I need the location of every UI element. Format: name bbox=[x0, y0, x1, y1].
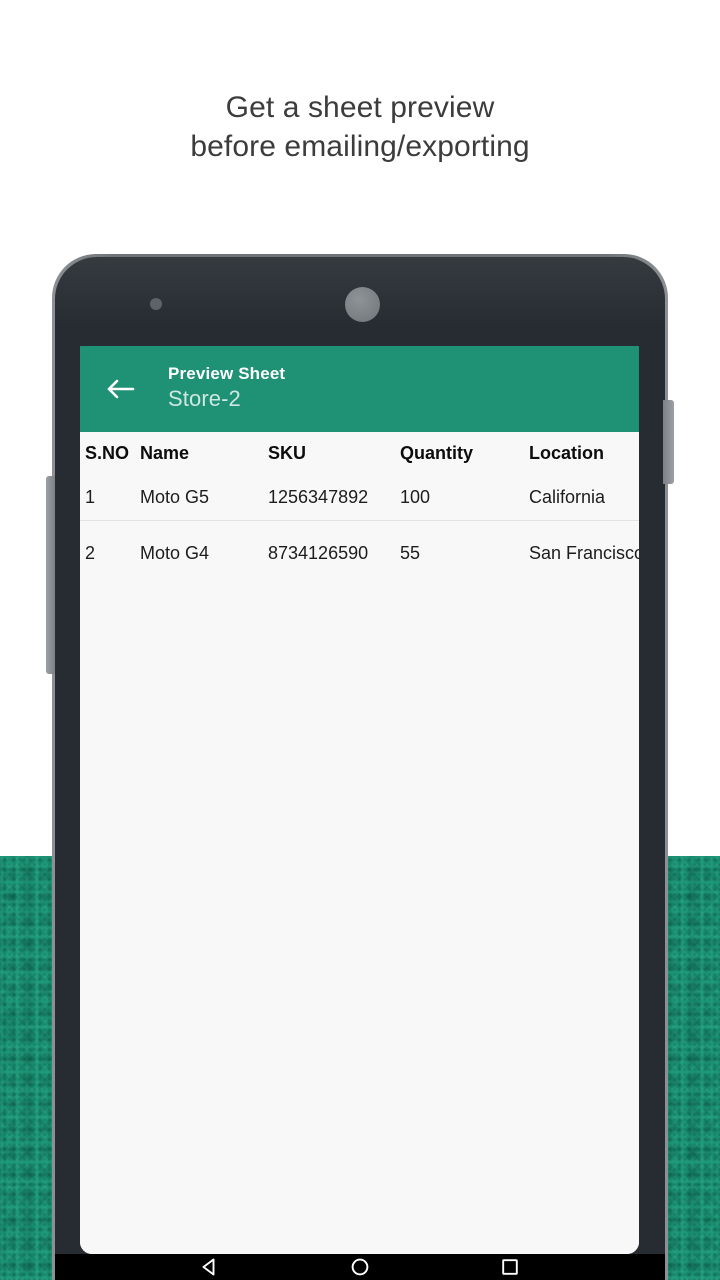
app-bar-subtitle: Store-2 bbox=[168, 386, 241, 411]
app-bar-title: Preview Sheet bbox=[168, 364, 286, 383]
nav-home-button[interactable] bbox=[345, 1254, 375, 1280]
square-recents-icon bbox=[499, 1256, 521, 1280]
android-navigation-bar bbox=[55, 1254, 665, 1280]
front-camera-icon bbox=[345, 287, 380, 322]
cell-sno: 1 bbox=[85, 486, 96, 507]
table-row[interactable]: 1 Moto G5 1256347892 100 California bbox=[80, 474, 639, 520]
power-button[interactable] bbox=[663, 400, 674, 484]
proximity-sensor-icon bbox=[150, 298, 162, 310]
volume-button[interactable] bbox=[46, 476, 55, 674]
app-bar: Preview Sheet Store-2 bbox=[80, 346, 639, 432]
phone-screen: Preview Sheet Store-2 S.NO Name SKU Quan… bbox=[80, 346, 639, 1254]
column-header-sku: SKU bbox=[268, 442, 307, 463]
table-row[interactable]: 2 Moto G4 8734126590 55 San Francisco bbox=[80, 521, 639, 585]
cell-quantity: 55 bbox=[400, 542, 421, 563]
nav-recents-button[interactable] bbox=[495, 1254, 525, 1280]
nav-back-button[interactable] bbox=[195, 1254, 225, 1280]
promo-headline-line-1: Get a sheet preview bbox=[225, 91, 495, 124]
promo-headline-line-2: before emailing/exporting bbox=[190, 130, 530, 163]
column-header-sno: S.NO bbox=[85, 442, 130, 463]
triangle-back-icon bbox=[199, 1256, 221, 1280]
promo-headline: Get a sheet preview before emailing/expo… bbox=[0, 88, 720, 166]
cell-name: Moto G5 bbox=[140, 486, 210, 507]
back-button[interactable] bbox=[98, 367, 142, 411]
circle-home-icon bbox=[349, 1256, 371, 1280]
cell-name: Moto G4 bbox=[140, 542, 210, 563]
cell-sku: 8734126590 bbox=[268, 542, 369, 563]
cell-quantity: 100 bbox=[400, 486, 431, 507]
cell-sku: 1256347892 bbox=[268, 486, 369, 507]
table-header-row: S.NO Name SKU Quantity Location bbox=[80, 432, 639, 474]
arrow-left-icon bbox=[105, 377, 135, 401]
cell-location: California bbox=[529, 486, 606, 507]
cell-sno: 2 bbox=[85, 542, 96, 563]
app-bar-titles: Preview Sheet Store-2 bbox=[168, 363, 285, 415]
column-header-location: Location bbox=[529, 442, 604, 463]
cell-location: San Francisco bbox=[529, 542, 639, 563]
phone-device-mockup: Preview Sheet Store-2 S.NO Name SKU Quan… bbox=[46, 254, 674, 1280]
column-header-name: Name bbox=[140, 442, 190, 463]
column-header-quantity: Quantity bbox=[400, 442, 474, 463]
sheet-preview-table[interactable]: S.NO Name SKU Quantity Location 1 Moto G… bbox=[80, 432, 639, 1254]
